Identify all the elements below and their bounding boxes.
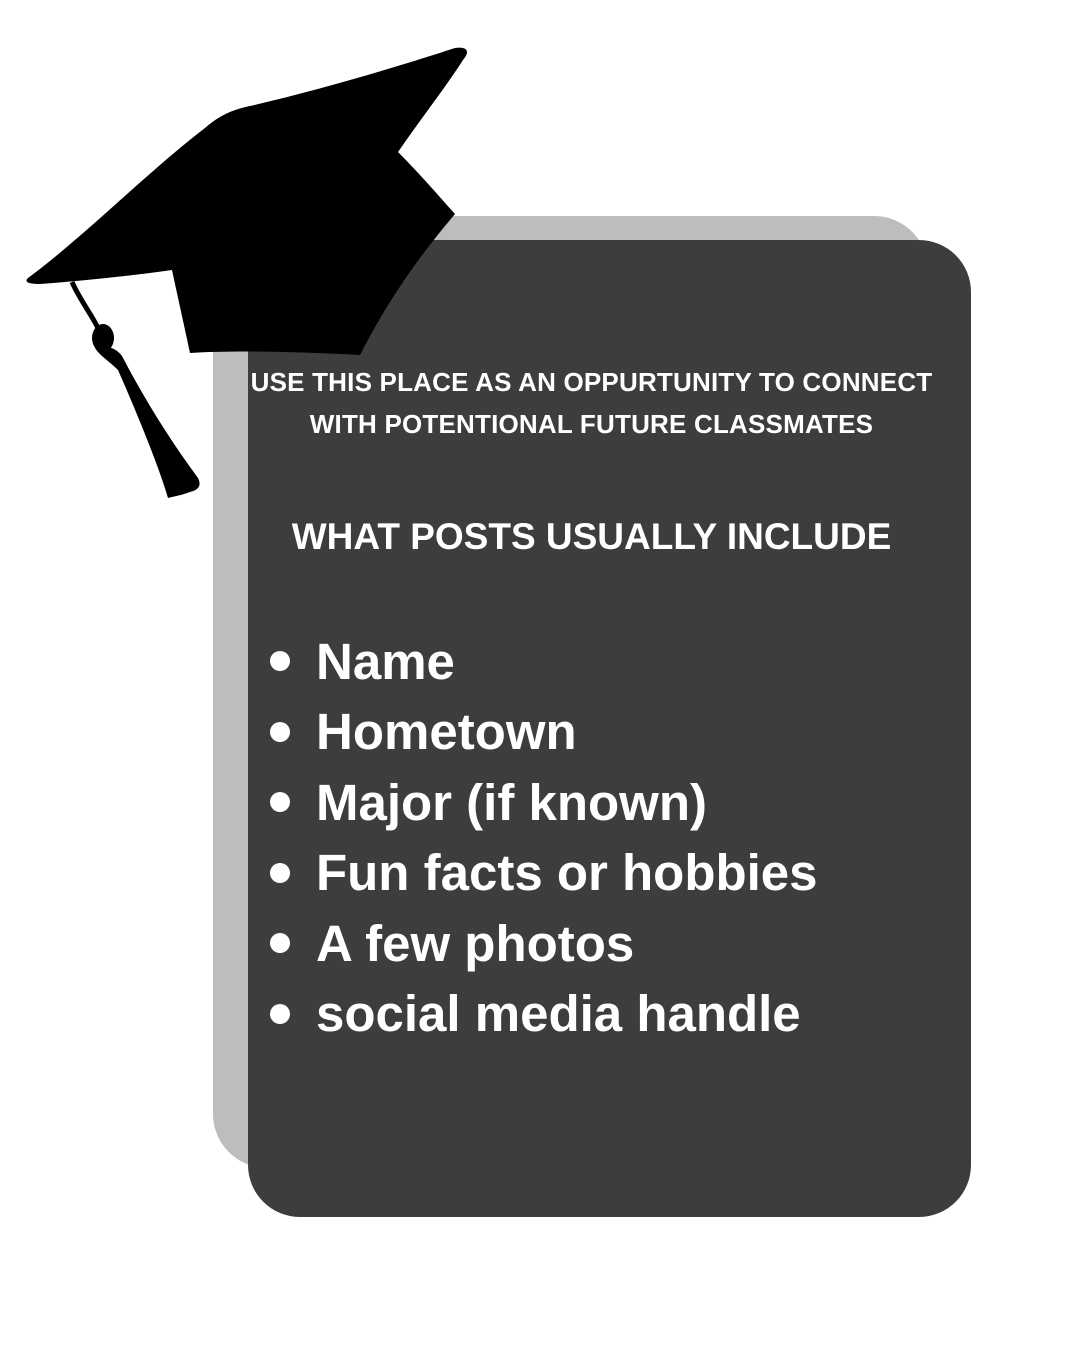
list-item: Fun facts or hobbies (270, 838, 818, 909)
list-item-label: social media handle (316, 985, 801, 1043)
bullet-icon (270, 721, 290, 742)
list-item-label: Major (if known) (316, 773, 707, 831)
list-item: Hometown (270, 697, 818, 768)
list-item: A few photos (270, 908, 818, 979)
bullet-icon (270, 933, 290, 954)
list-item-label: Hometown (316, 703, 577, 761)
bullet-icon (270, 792, 290, 813)
graduation-cap-icon (26, 47, 467, 498)
list-item-label: Fun facts or hobbies (316, 844, 818, 902)
bullet-icon (270, 651, 290, 672)
list-item: social media handle (270, 979, 818, 1050)
list-item-label: A few photos (316, 914, 635, 972)
list-item: Major (if known) (270, 767, 818, 838)
include-list: Name Hometown Major (if known) Fun facts… (270, 626, 818, 1049)
cap-tassel-cord (69, 280, 101, 330)
list-item-label: Name (316, 632, 455, 690)
bullet-icon (270, 862, 290, 883)
bullet-icon (270, 1003, 290, 1024)
cap-board (26, 47, 467, 356)
section-heading: WHAT POSTS USUALLY INCLUDE (291, 516, 892, 557)
cap-tassel (95, 346, 200, 498)
list-item: Name (270, 626, 818, 697)
